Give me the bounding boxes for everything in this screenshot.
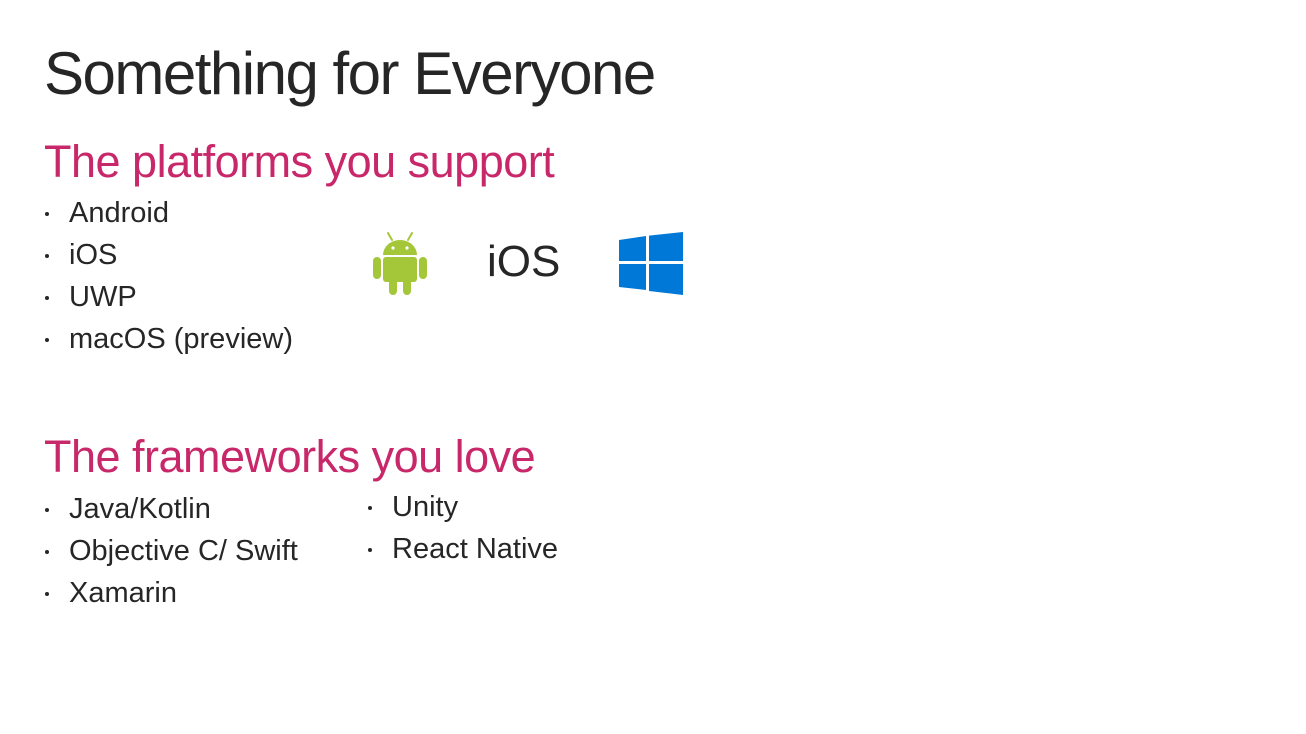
list-item: Unity <box>367 486 558 528</box>
list-item: Xamarin <box>44 572 298 614</box>
list-item: React Native <box>367 528 558 570</box>
windows-logo-icon <box>619 232 683 295</box>
ios-logo-text: iOS <box>487 237 561 286</box>
list-item: macOS (preview) <box>44 318 293 360</box>
platforms-list: Android iOS UWP macOS (preview) <box>44 192 293 360</box>
platforms-heading: The platforms you support <box>44 136 555 187</box>
list-item: Java/Kotlin <box>44 488 298 530</box>
frameworks-list-column-1: Java/Kotlin Objective C/ Swift Xamarin <box>44 488 298 614</box>
slide-title: Something for Everyone <box>44 40 656 107</box>
frameworks-list-column-2: Unity React Native <box>367 486 558 570</box>
frameworks-heading: The frameworks you love <box>44 431 536 482</box>
android-logo-icon <box>373 232 427 295</box>
list-item: UWP <box>44 276 293 318</box>
list-item: Objective C/ Swift <box>44 530 298 572</box>
list-item: Android <box>44 192 293 234</box>
list-item: iOS <box>44 234 293 276</box>
